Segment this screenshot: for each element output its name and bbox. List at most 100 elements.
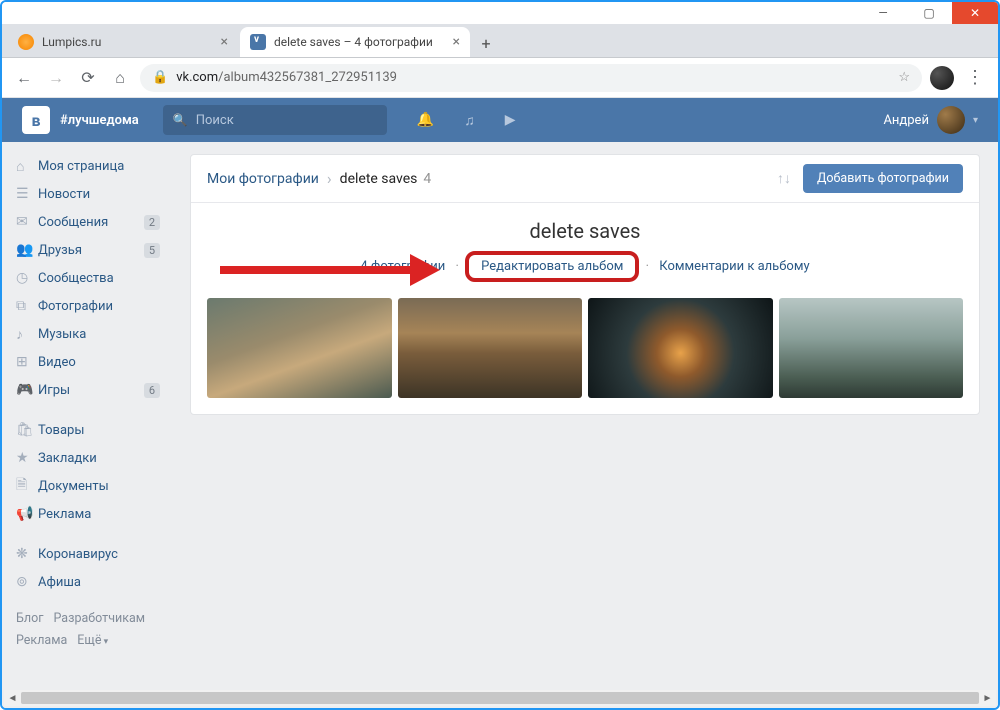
win-minimize[interactable]: — — [860, 2, 906, 24]
horizontal-scrollbar[interactable]: ◄ ► — [4, 690, 996, 706]
bookmark-star-icon[interactable]: ☆ — [898, 70, 910, 85]
sidebar-item-label: Товары — [38, 423, 84, 438]
nav-reload-icon[interactable]: ⟳ — [76, 66, 100, 90]
sort-icon[interactable]: ↑↓ — [777, 170, 791, 187]
win-close[interactable]: ✕ — [952, 2, 998, 24]
home-icon: ⌂ — [16, 158, 38, 175]
sidebar-item-news[interactable]: ☰Новости — [16, 180, 172, 208]
sidebar-item-ads[interactable]: 📢Реклама — [16, 500, 172, 528]
main-content: Мои фотографии › delete saves 4 ↑↓ Добав… — [172, 142, 998, 710]
video-icon[interactable]: ▶ — [505, 112, 516, 129]
bell-icon[interactable]: 🔔 — [417, 112, 434, 129]
photo-grid — [207, 298, 963, 398]
tab-vk-album[interactable]: delete saves – 4 фотографии × — [240, 27, 470, 57]
sidebar-item-label: Сообщения — [38, 215, 108, 230]
vk-username: Андрей — [883, 113, 929, 128]
sidebar-item-market[interactable]: 🛍Товары — [16, 416, 172, 444]
sidebar-item-docs[interactable]: 🗎Документы — [16, 472, 172, 500]
sidebar-item-label: Новости — [38, 187, 90, 202]
photo-thumb[interactable] — [779, 298, 964, 398]
tab-close-icon[interactable]: × — [221, 34, 228, 50]
friends-icon: 👥 — [16, 242, 38, 258]
music-icon[interactable]: ♫ — [464, 112, 475, 129]
sidebar-item-covid[interactable]: ❋Коронавирус — [16, 540, 172, 568]
url-path: /album432567381_272951139 — [218, 70, 397, 85]
scroll-left-icon[interactable]: ◄ — [4, 690, 21, 706]
vk-hashtag[interactable]: #лучшедома — [60, 113, 139, 128]
sidebar-item-label: Видео — [38, 355, 76, 370]
vk-header-icons: 🔔 ♫ ▶ — [417, 112, 516, 129]
tab-lumpics[interactable]: Lumpics.ru × — [8, 27, 238, 57]
sidebar-footer: Блог Разработчикам Реклама Ещё — [16, 596, 172, 653]
sidebar-item-photos[interactable]: ⧉Фотографии — [16, 292, 172, 320]
favicon-lumpics — [18, 34, 34, 50]
vk-search-input[interactable]: 🔍 Поиск — [163, 105, 387, 135]
nav-forward-icon: → — [44, 66, 68, 90]
scrollbar-thumb[interactable] — [21, 692, 979, 704]
sidebar-item-groups[interactable]: ◷Сообщества — [16, 264, 172, 292]
sidebar-item-messages[interactable]: ✉Сообщения 2 — [16, 208, 172, 236]
lock-icon: 🔒 — [152, 70, 168, 85]
win-titlebar: — ▢ ✕ — [2, 2, 998, 24]
footer-more[interactable]: Ещё — [77, 633, 108, 648]
chevron-right-icon: › — [327, 169, 332, 188]
photos-icon: ⧉ — [16, 298, 38, 314]
photo-thumb[interactable] — [207, 298, 392, 398]
vk-user-menu[interactable]: Андрей ▾ — [883, 106, 978, 134]
nav-home-icon[interactable]: ⌂ — [108, 66, 132, 90]
sidebar-item-label: Музыка — [38, 327, 86, 342]
url-field[interactable]: 🔒 vk.com /album432567381_272951139 ☆ — [140, 64, 922, 92]
sidebar-item-label: Сообщества — [38, 271, 114, 286]
sidebar-item-label: Моя страница — [38, 159, 124, 174]
badge: 2 — [144, 215, 160, 230]
badge: 6 — [144, 383, 160, 398]
browser-menu-icon[interactable]: ⋮ — [962, 67, 988, 88]
footer-dev[interactable]: Разработчикам — [53, 611, 145, 626]
app-window: — ▢ ✕ Lumpics.ru × delete saves – 4 фото… — [0, 0, 1000, 710]
breadcrumb-photos[interactable]: Мои фотографии — [207, 171, 319, 187]
vk-avatar — [937, 106, 965, 134]
footer-ads[interactable]: Реклама — [16, 633, 67, 648]
new-tab-button[interactable]: + — [472, 29, 500, 57]
add-photos-button[interactable]: Добавить фотографии — [803, 164, 963, 193]
sidebar-item-games[interactable]: 🎮Игры6 — [16, 376, 172, 404]
tab-close-icon[interactable]: × — [453, 34, 460, 50]
link-album-comments[interactable]: Комментарии к альбому — [659, 259, 809, 274]
groups-icon: ◷ — [16, 270, 38, 286]
link-photo-count[interactable]: 4 фотографии — [360, 259, 445, 274]
link-edit-album[interactable]: Редактировать альбом — [481, 259, 623, 274]
photo-thumb[interactable] — [398, 298, 583, 398]
virus-icon: ❋ — [16, 546, 38, 562]
tab-title: delete saves – 4 фотографии — [274, 35, 433, 49]
photo-thumb[interactable] — [588, 298, 773, 398]
sidebar-item-bookmarks[interactable]: ★Закладки — [16, 444, 172, 472]
events-icon: ⊚ — [16, 574, 38, 590]
card-header: Мои фотографии › delete saves 4 ↑↓ Добав… — [191, 155, 979, 203]
vk-logo-icon[interactable]: в — [22, 106, 50, 134]
chevron-down-icon: ▾ — [973, 115, 978, 126]
album-title: delete saves — [207, 219, 963, 243]
win-maximize[interactable]: ▢ — [906, 2, 952, 24]
video-icon: ⊞ — [16, 354, 38, 370]
scroll-right-icon[interactable]: ► — [979, 690, 996, 706]
footer-blog[interactable]: Блог — [16, 611, 43, 626]
sidebar-item-profile[interactable]: ⌂Моя страница — [16, 152, 172, 180]
dot: · — [646, 259, 649, 274]
page-body: ⌂Моя страница ☰Новости ✉Сообщения 2 👥Друз… — [2, 142, 998, 710]
sidebar-item-music[interactable]: ♪Музыка — [16, 320, 172, 348]
sidebar-item-label: Документы — [38, 479, 109, 494]
games-icon: 🎮 — [16, 382, 38, 398]
sidebar-item-label: Фотографии — [38, 299, 113, 314]
sidebar-item-label: Друзья — [38, 243, 82, 258]
message-icon: ✉ — [16, 214, 38, 230]
nav-back-icon[interactable]: ← — [12, 66, 36, 90]
sidebar-item-events[interactable]: ⊚Афиша — [16, 568, 172, 596]
sidebar-item-video[interactable]: ⊞Видео — [16, 348, 172, 376]
profile-avatar[interactable] — [930, 66, 954, 90]
dot: · — [456, 259, 459, 274]
album-card: Мои фотографии › delete saves 4 ↑↓ Добав… — [190, 154, 980, 415]
address-bar: ← → ⟳ ⌂ 🔒 vk.com /album432567381_2729511… — [2, 58, 998, 98]
sidebar: ⌂Моя страница ☰Новости ✉Сообщения 2 👥Друз… — [2, 142, 172, 710]
sidebar-item-label: Закладки — [38, 451, 97, 466]
sidebar-item-friends[interactable]: 👥Друзья5 — [16, 236, 172, 264]
